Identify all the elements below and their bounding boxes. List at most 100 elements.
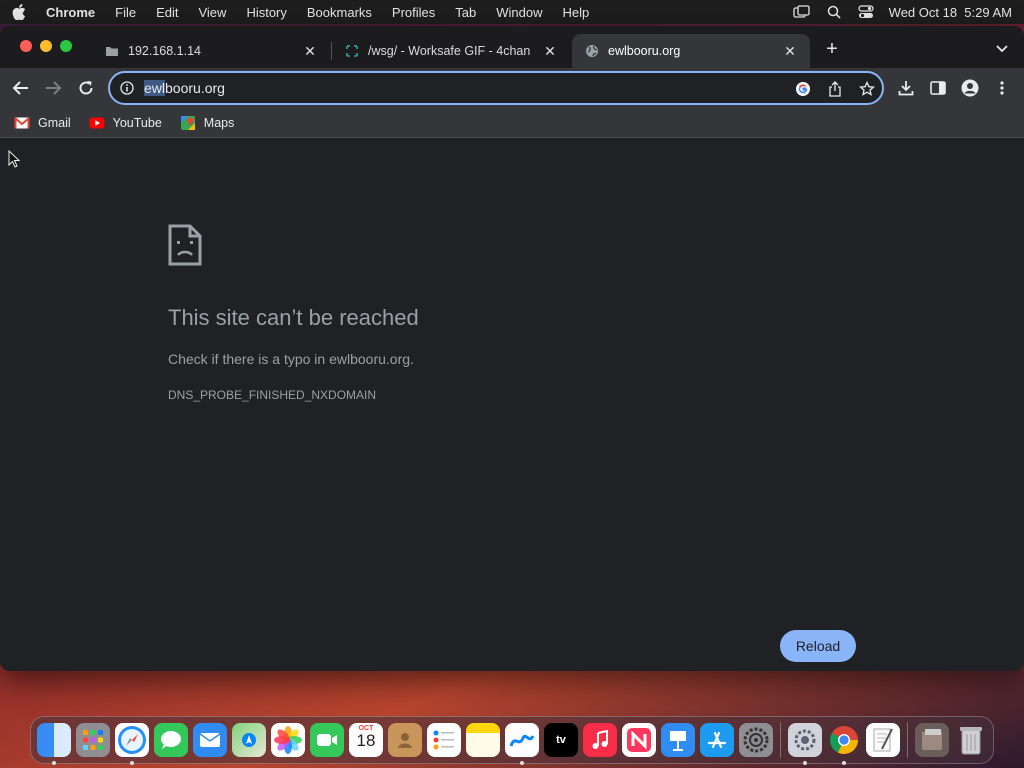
bookmark-label: Maps [203,115,235,130]
dock: OCT 18 tv [30,716,994,765]
minimize-window-button[interactable] [40,40,52,52]
url-selected-text: ewl [144,80,166,96]
menu-app-chrome[interactable]: Chrome [46,5,95,20]
running-indicator [52,761,56,765]
chrome-menu-icon[interactable] [991,78,1013,98]
clock[interactable]: Wed Oct 18 5:29 AM [889,5,1012,20]
running-indicator [803,761,807,765]
keynote-icon[interactable] [661,723,695,757]
forward-arrow-icon[interactable] [42,78,64,98]
globe-icon [584,43,600,59]
menu-help[interactable]: Help [563,5,590,20]
menu-edit[interactable]: Edit [156,5,178,20]
bookmark-label: YouTube [112,115,162,130]
back-arrow-icon[interactable] [10,78,32,98]
tab-search-chevron-icon[interactable] [993,40,1011,58]
tab-title: /wsg/ - Worksafe GIF - 4chan [368,44,531,58]
error-code: DNS_PROBE_FINISHED_NXDOMAIN [168,388,377,402]
music-icon[interactable] [583,723,617,757]
chrome-icon[interactable] [827,723,861,765]
side-panel-icon[interactable] [927,78,949,98]
bookmark-star-icon[interactable] [858,80,876,98]
bookmark-youtube[interactable]: YouTube [89,116,162,130]
menu-bookmarks[interactable]: Bookmarks [307,5,372,20]
finder-icon[interactable] [37,723,71,765]
running-indicator [130,761,134,765]
browser-window: 192.168.1.14 ✕ /wsg/ - Worksafe GIF - 4c… [0,26,1024,671]
url-text[interactable]: ewlbooru.org [144,80,225,96]
4chan-clover-icon [344,43,360,59]
notes-icon[interactable] [466,723,500,757]
error-title: This site can’t be reached [168,305,419,330]
tab-title: ewlbooru.org [608,44,681,58]
tv-label: tv [556,734,566,746]
apple-tv-icon[interactable]: tv [544,723,578,757]
tab-close-icon[interactable]: ✕ [782,43,798,59]
google-lens-icon[interactable] [794,80,812,98]
menu-view[interactable]: View [198,5,226,20]
downloads-icon[interactable] [895,78,917,98]
new-tab-button[interactable]: + [822,39,842,60]
maximize-window-button[interactable] [60,40,72,52]
tab-close-icon[interactable]: ✕ [542,43,558,59]
system-settings-icon[interactable] [739,723,773,757]
menu-history[interactable]: History [246,5,286,20]
site-info-icon[interactable] [120,81,134,95]
tab-wsg-4chan[interactable]: /wsg/ - Worksafe GIF - 4chan ✕ [332,34,570,68]
bookmark-gmail[interactable]: Gmail [14,116,71,130]
close-window-button[interactable] [20,40,32,52]
facetime-icon[interactable] [310,723,344,757]
tab-title: 192.168.1.14 [128,44,201,58]
window-controls [20,40,72,52]
sad-page-icon [168,224,202,266]
profile-avatar-icon[interactable] [959,78,981,98]
gmail-icon [14,116,30,130]
tab-ewlbooru[interactable]: ewlbooru.org ✕ [572,34,810,68]
error-message: Check if there is a typo in ewlbooru.org… [168,351,414,367]
freeform-icon[interactable] [505,723,539,765]
reminders-icon[interactable] [427,723,461,757]
menu-tab[interactable]: Tab [455,5,476,20]
tab-close-icon[interactable]: ✕ [302,43,318,59]
trash-icon[interactable] [954,723,988,757]
calendar-day: 18 [356,731,376,750]
dock-divider [780,722,781,758]
safari-icon[interactable] [115,723,149,765]
tab-strip: 192.168.1.14 ✕ /wsg/ - Worksafe GIF - 4c… [0,26,1024,68]
launchpad-icon[interactable] [76,723,110,757]
tab-192-168-1-14[interactable]: 192.168.1.14 ✕ [92,34,330,68]
mail-icon[interactable] [193,723,227,757]
folder-icon [104,43,120,59]
calendar-icon[interactable]: OCT 18 [349,723,383,757]
mouse-cursor-icon [8,150,20,168]
menu-file[interactable]: File [115,5,136,20]
maps-icon [180,115,196,130]
youtube-icon [89,116,105,130]
menu-profiles[interactable]: Profiles [392,5,435,20]
app-store-icon[interactable] [700,723,734,757]
control-center-icon[interactable] [857,5,875,19]
messages-icon[interactable] [154,723,188,757]
dock-divider [907,722,908,758]
toolbar: ewlbooru.org [0,68,1024,108]
utility-gear-icon[interactable] [788,723,822,765]
maps-app-icon[interactable] [232,723,266,757]
running-indicator [520,761,524,765]
running-indicator [842,761,846,765]
contacts-icon[interactable] [388,723,422,757]
news-icon[interactable] [622,723,656,757]
photos-icon[interactable] [271,723,305,757]
reload-icon[interactable] [75,78,97,98]
address-bar[interactable]: ewlbooru.org [108,71,884,105]
share-icon[interactable] [826,80,844,98]
page-content: This site can’t be reached Check if ther… [0,139,1024,671]
reload-button[interactable]: Reload [780,630,856,662]
bookmark-maps[interactable]: Maps [180,115,235,130]
spotlight-search-icon[interactable] [825,5,843,19]
url-remaining-text: booru.org [165,80,225,96]
menu-window[interactable]: Window [496,5,542,20]
textedit-icon[interactable] [866,723,900,757]
preview-thumbnail-icon[interactable] [915,723,949,757]
screen-mirroring-icon[interactable] [793,5,811,19]
apple-menu-icon[interactable] [12,4,28,20]
